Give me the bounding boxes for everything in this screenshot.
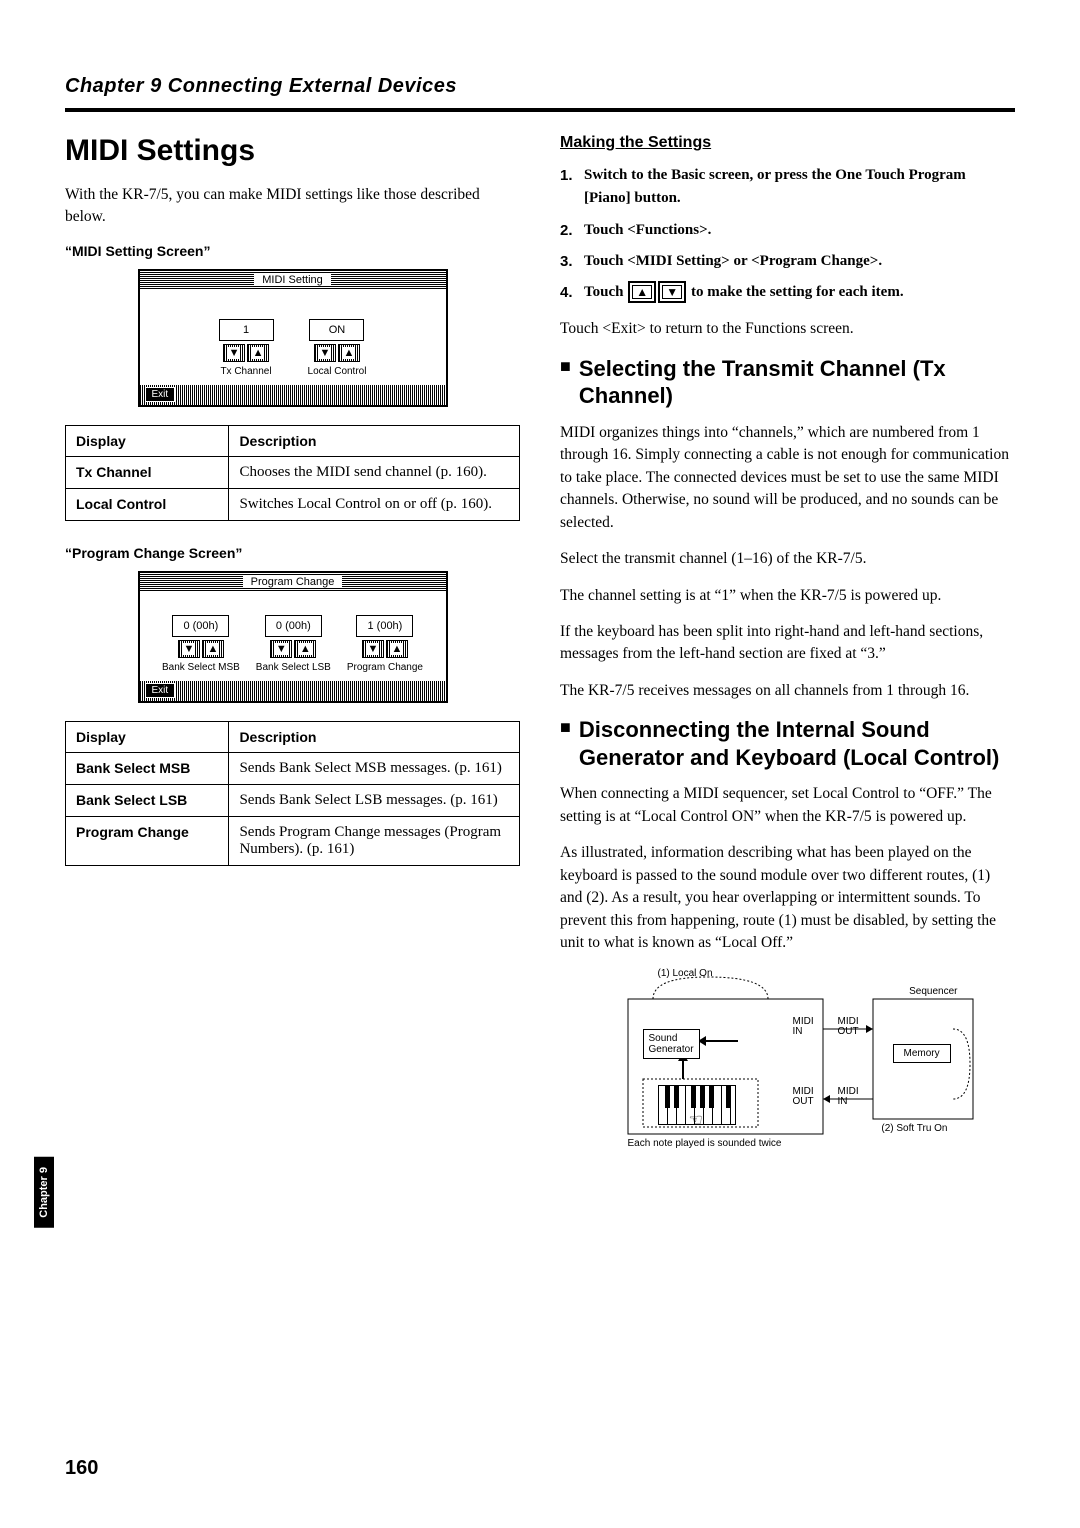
step-number: 3. bbox=[560, 250, 584, 273]
screen2-label: “Program Change Screen” bbox=[65, 545, 520, 561]
chapter-header: Chapter 9 Connecting External Devices bbox=[65, 75, 1015, 98]
sound-generator-box: SoundGenerator bbox=[643, 1029, 700, 1059]
up-arrow-icon[interactable]: ▲ bbox=[338, 344, 360, 362]
memory-box: Memory bbox=[893, 1044, 951, 1063]
exit-button[interactable]: Exit bbox=[145, 683, 176, 698]
soft-thru-label: (2) Soft Tru On bbox=[881, 1124, 947, 1134]
making-settings-heading: Making the Settings bbox=[560, 134, 1015, 152]
screen1-title: MIDI Setting bbox=[254, 274, 331, 286]
tx-para-4: If the keyboard has been split into righ… bbox=[560, 621, 1015, 666]
tx-channel-heading: ■ Selecting the Transmit Channel (Tx Cha… bbox=[560, 355, 1015, 410]
table-row: Local Control Switches Local Control on … bbox=[66, 488, 520, 520]
table-header: Display bbox=[66, 721, 229, 752]
square-bullet-icon: ■ bbox=[560, 355, 571, 410]
step-2: Touch <Functions>. bbox=[584, 219, 1015, 242]
up-arrow-icon[interactable]: ▲ bbox=[247, 344, 269, 362]
intro-text: With the KR-7/5, you can make MIDI setti… bbox=[65, 184, 520, 229]
down-arrow-icon[interactable]: ▼ bbox=[314, 344, 336, 362]
up-arrow-icon[interactable]: ▲ bbox=[386, 640, 408, 658]
lc-para-1: When connecting a MIDI sequencer, set Lo… bbox=[560, 783, 1015, 828]
step-3: Touch <MIDI Setting> or <Program Change>… bbox=[584, 250, 1015, 273]
diagram-caption: Each note played is sounded twice bbox=[628, 1139, 782, 1149]
table-header: Display bbox=[66, 425, 229, 456]
step-4: Touch ▲▼ to make the setting for each it… bbox=[584, 281, 1015, 304]
step-1: Switch to the Basic screen, or press the… bbox=[584, 164, 1015, 211]
down-arrow-icon[interactable]: ▼ bbox=[223, 344, 245, 362]
program-change-value: 1 (00h) bbox=[356, 615, 413, 637]
screen2-title: Program Change bbox=[243, 576, 343, 588]
program-change-table: Display Description Bank Select MSB Send… bbox=[65, 721, 520, 866]
table-row: Tx Channel Chooses the MIDI send channel… bbox=[66, 456, 520, 488]
program-change-screen: Program Change 0 (00h) ▼ ▲ Bank Select M… bbox=[138, 571, 448, 703]
page-title: MIDI Settings bbox=[65, 134, 520, 168]
square-bullet-icon: ■ bbox=[560, 716, 571, 771]
bank-lsb-value: 0 (00h) bbox=[265, 615, 322, 637]
midi-table: Display Description Tx Channel Chooses t… bbox=[65, 425, 520, 521]
down-arrow-icon: ▼ bbox=[658, 281, 686, 303]
down-arrow-icon[interactable]: ▼ bbox=[178, 640, 200, 658]
up-arrow-icon[interactable]: ▲ bbox=[294, 640, 316, 658]
local-control-value: ON bbox=[309, 319, 364, 341]
local-control-heading: ■ Disconnecting the Internal Sound Gener… bbox=[560, 716, 1015, 771]
step-number: 2. bbox=[560, 219, 584, 242]
table-row: Bank Select LSB Sends Bank Select LSB me… bbox=[66, 784, 520, 816]
tx-channel-label: Tx Channel bbox=[219, 366, 274, 377]
lc-para-2: As illustrated, information describing w… bbox=[560, 842, 1015, 954]
step-number: 1. bbox=[560, 164, 584, 211]
tx-channel-value: 1 bbox=[219, 319, 274, 341]
header-rule bbox=[65, 108, 1015, 112]
tx-para-2: Select the transmit channel (1–16) of th… bbox=[560, 548, 1015, 570]
chapter-tab: Chapter 9 bbox=[34, 1157, 54, 1228]
step-number: 4. bbox=[560, 281, 584, 304]
midi-setting-screen: MIDI Setting 1 ▼ ▲ Tx Channel ON ▼ ▲ bbox=[138, 269, 448, 407]
local-control-diagram: (1) Local On Sequencer SoundGenerator MI… bbox=[598, 969, 978, 1169]
bank-msb-label: Bank Select MSB bbox=[162, 662, 240, 673]
down-arrow-icon[interactable]: ▼ bbox=[270, 640, 292, 658]
after-steps-text: Touch <Exit> to return to the Functions … bbox=[560, 318, 1015, 340]
bank-lsb-label: Bank Select LSB bbox=[256, 662, 331, 673]
local-control-label: Local Control bbox=[308, 366, 367, 377]
table-header: Description bbox=[229, 721, 520, 752]
bank-msb-value: 0 (00h) bbox=[172, 615, 229, 637]
sequencer-label: Sequencer bbox=[909, 987, 957, 997]
local-on-label: (1) Local On bbox=[658, 969, 713, 979]
program-change-label: Program Change bbox=[347, 662, 423, 673]
tx-para-3: The channel setting is at “1” when the K… bbox=[560, 585, 1015, 607]
keyboard-icon: ☜ bbox=[658, 1085, 736, 1128]
tx-para-1: MIDI organizes things into “channels,” w… bbox=[560, 422, 1015, 534]
up-arrow-icon[interactable]: ▲ bbox=[202, 640, 224, 658]
table-row: Program Change Sends Program Change mess… bbox=[66, 816, 520, 865]
table-header: Description bbox=[229, 425, 520, 456]
up-arrow-icon: ▲ bbox=[628, 281, 656, 303]
table-row: Bank Select MSB Sends Bank Select MSB me… bbox=[66, 752, 520, 784]
screen1-label: “MIDI Setting Screen” bbox=[65, 243, 520, 259]
page-number: 160 bbox=[65, 1457, 98, 1480]
down-arrow-icon[interactable]: ▼ bbox=[362, 640, 384, 658]
tx-para-5: The KR-7/5 receives messages on all chan… bbox=[560, 680, 1015, 702]
exit-button[interactable]: Exit bbox=[145, 387, 176, 402]
